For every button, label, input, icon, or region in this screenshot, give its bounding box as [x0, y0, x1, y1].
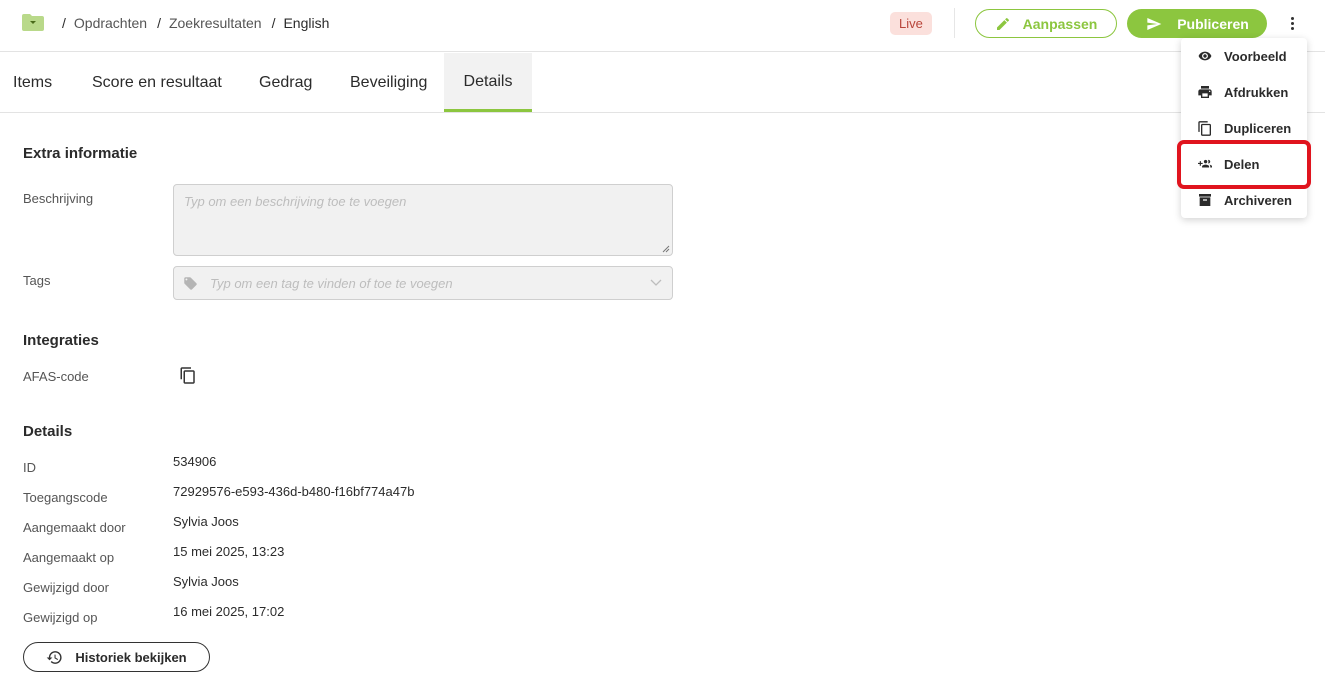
detail-label-aangemaakt-door: Aangemaakt door — [23, 520, 126, 535]
detail-value-toegangscode: 72929576-e593-436d-b480-f16bf774a47b — [173, 484, 415, 499]
pencil-icon — [996, 17, 1009, 30]
detail-label-aangemaakt-op: Aangemaakt op — [23, 550, 115, 565]
detail-value-aangemaakt-door: Sylvia Joos — [173, 514, 239, 529]
resize-handle-icon[interactable] — [662, 245, 670, 253]
archive-icon — [1196, 191, 1214, 209]
tag-icon — [184, 277, 197, 290]
detail-value-id: 534906 — [173, 454, 217, 469]
share-users-icon — [1196, 155, 1214, 173]
edit-button-label: Aanpassen — [1022, 15, 1098, 32]
detail-label-gewijzigd-op: Gewijzigd op — [23, 610, 98, 625]
breadcrumb-current: English — [283, 15, 330, 31]
status-badge: Live — [890, 12, 932, 35]
section-title-integraties: Integraties — [23, 332, 99, 349]
section-title-details: Details — [23, 423, 73, 440]
chevron-down-icon[interactable] — [650, 277, 662, 287]
printer-icon — [1196, 83, 1214, 101]
copy-icon — [1196, 119, 1214, 137]
breadcrumb-separator: / — [62, 15, 66, 31]
breadcrumb-separator: / — [271, 15, 276, 31]
tab-gedrag[interactable]: Gedrag — [259, 53, 312, 112]
detail-value-gewijzigd-door: Sylvia Joos — [173, 574, 239, 589]
tags-placeholder: Typ om een tag te vinden of toe te voege… — [210, 276, 453, 291]
edit-button[interactable]: Aanpassen — [975, 9, 1117, 38]
tab-items[interactable]: Items — [13, 53, 52, 112]
menu-item-dupliceren[interactable]: Dupliceren — [1181, 110, 1307, 146]
history-button-label: Historiek bekijken — [75, 649, 187, 665]
tab-details[interactable]: Details — [444, 53, 532, 112]
afas-code-label: AFAS-code — [23, 369, 89, 384]
publish-button[interactable]: Publiceren — [1127, 9, 1267, 38]
description-label: Beschrijving — [23, 191, 94, 206]
tab-score-en-resultaat[interactable]: Score en resultaat — [92, 53, 222, 112]
eye-icon — [1196, 47, 1214, 65]
detail-value-gewijzigd-op: 16 mei 2025, 17:02 — [173, 604, 285, 619]
menu-item-archiveren[interactable]: Archiveren — [1181, 182, 1307, 218]
menu-item-voorbeeld[interactable]: Voorbeeld — [1181, 38, 1307, 74]
send-icon — [1147, 17, 1162, 30]
detail-label-id: ID — [23, 460, 36, 475]
top-bar: / Opdrachten / Zoekresultaten / English … — [0, 0, 1325, 52]
tab-bar: Items Score en resultaat Gedrag Beveilig… — [0, 53, 1325, 113]
folder-icon[interactable] — [22, 14, 44, 31]
menu-item-afdrukken[interactable]: Afdrukken — [1181, 74, 1307, 110]
description-input[interactable]: Typ om een beschrijving toe te voegen — [173, 184, 673, 256]
tags-input[interactable]: Typ om een tag te vinden of toe te voege… — [173, 266, 673, 300]
breadcrumb-link-opdrachten[interactable]: Opdrachten — [74, 15, 147, 31]
header-divider — [954, 8, 955, 38]
menu-item-label: Archiveren — [1224, 192, 1292, 208]
detail-label-toegangscode: Toegangscode — [23, 490, 108, 505]
breadcrumb-link-zoekresultaten[interactable]: Zoekresultaten — [169, 15, 262, 31]
tags-label: Tags — [23, 273, 51, 288]
breadcrumb: / Opdrachten / Zoekresultaten / English — [62, 15, 329, 31]
more-options-menu: Voorbeeld Afdrukken Dupliceren Delen Arc… — [1181, 38, 1307, 218]
menu-item-label: Voorbeeld — [1224, 48, 1287, 64]
description-placeholder: Typ om een beschrijving toe te voegen — [184, 194, 407, 209]
publish-button-label: Publiceren — [1177, 15, 1249, 32]
menu-item-delen[interactable]: Delen — [1181, 146, 1307, 182]
menu-item-label: Dupliceren — [1224, 120, 1292, 136]
detail-label-gewijzigd-door: Gewijzigd door — [23, 580, 109, 595]
menu-item-label: Delen — [1224, 156, 1260, 172]
tab-beveiliging[interactable]: Beveiliging — [350, 53, 427, 112]
detail-value-aangemaakt-op: 15 mei 2025, 13:23 — [173, 544, 285, 559]
copy-icon[interactable] — [179, 366, 197, 385]
history-button[interactable]: Historiek bekijken — [23, 642, 210, 672]
history-icon — [47, 650, 62, 664]
section-title-extra-informatie: Extra informatie — [23, 145, 138, 162]
menu-item-label: Afdrukken — [1224, 84, 1289, 100]
more-options-icon[interactable] — [1282, 12, 1302, 34]
breadcrumb-separator: / — [157, 15, 161, 31]
